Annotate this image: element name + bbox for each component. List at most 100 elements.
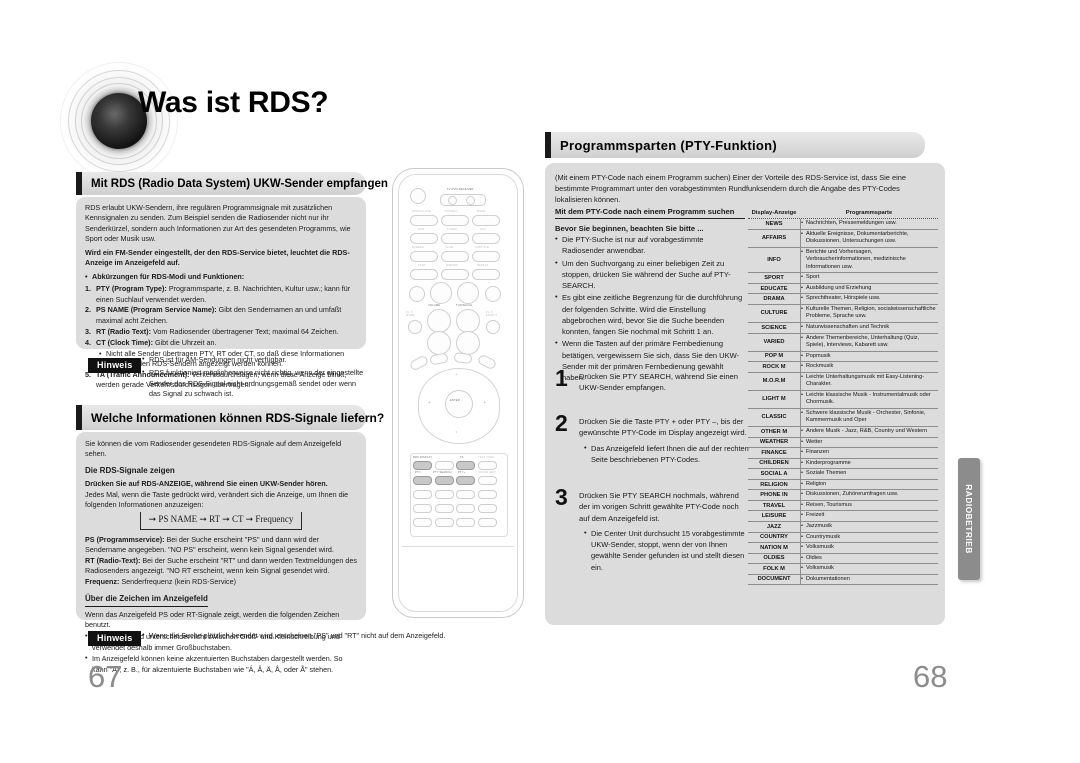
- pty-description-cell: Popmusik: [801, 352, 938, 362]
- hinweis-list-2: Wenn die Suche plötzlich beendet wird, e…: [142, 630, 522, 642]
- step-number: 1: [555, 365, 568, 391]
- remote-sound-edit-button: [478, 476, 497, 485]
- table-row: PHONE INDiskussionen, Zuhörerumfragen us…: [748, 490, 938, 501]
- remote-stop-button: [430, 282, 452, 304]
- section-header-rds-empfangen: Mit RDS (Radio Data System) UKW-Sender e…: [76, 172, 388, 195]
- remote-volume-up-button: [427, 309, 451, 333]
- pty-description-cell: Naturwissenschaften und Technik: [801, 323, 938, 333]
- remote-misc-button-11: [456, 518, 475, 527]
- pty-code-cell: PHONE IN: [748, 490, 801, 500]
- pty-code-cell: FINANCE: [748, 448, 801, 458]
- def-rt-term: RT (Radio-Text):: [85, 555, 141, 565]
- remote-misc-button-10: [435, 518, 454, 527]
- remote-screen-button: [410, 251, 438, 262]
- pty-description-cell: Berichte und Vorhersagen, Verbraucherinf…: [801, 248, 938, 273]
- table-row: CLASSICSchwere klassische Musik - Orches…: [748, 408, 938, 428]
- pty-before-bullets: Die PTY-Suche ist nur auf vorabgestimmte…: [555, 233, 745, 383]
- hinweis-badge: Hinweis: [88, 358, 142, 373]
- signale-line-2: Jedes Mal, wenn die Taste gedrückt wird,…: [85, 489, 349, 510]
- table-row: WEATHERWetter: [748, 437, 938, 449]
- list-item: Um den Suchvorgang zu einer beliebigen Z…: [555, 257, 745, 292]
- section-header-label: Mit RDS (Radio Data System) UKW-Sender e…: [91, 177, 388, 190]
- pty-description-cell: Diskussionen, Zuhörerumfragen usw.: [801, 490, 938, 500]
- def-freq-text: Senderfrequenz (kein RDS-Service): [119, 576, 236, 586]
- pty-code-cell: JAZZ: [748, 521, 801, 532]
- pty-code-cell: CHILDREN: [748, 458, 801, 469]
- signale-intro: Sie können die vom Radiosender gesendete…: [85, 439, 342, 459]
- list-item: Das Anzeigefeld liefert Ihnen die auf de…: [584, 442, 749, 465]
- page-title-block: Was ist RDS?: [60, 62, 580, 180]
- table-row: CHILDRENKinderprogramme: [748, 458, 938, 470]
- side-tab-radiobetrieb: RADIOBETRIEB: [958, 458, 980, 580]
- def-ps-term: PS (Programmservice):: [85, 534, 165, 544]
- pty-code-cell: VARIED: [748, 333, 801, 351]
- remote-test-tone-button: [478, 461, 497, 470]
- panel-rds-empfangen: RDS erlaubt UKW-Sendern, ihre regulären …: [76, 197, 366, 389]
- pty-code-cell: RELIGION: [748, 479, 801, 490]
- page-number-right: 68: [913, 659, 948, 694]
- table-row: RELIGIONReligion: [748, 479, 938, 491]
- pty-code-cell: COUNTRY: [748, 532, 801, 543]
- remote-pty-search-button: [435, 476, 454, 485]
- pty-code-cell: OLDIES: [748, 553, 801, 564]
- pty-code-cell: NATION M: [748, 543, 801, 553]
- step-text: Drücken Sie die Taste PTY + oder PTY –, …: [579, 417, 747, 438]
- remote-tv-dvd-selector: [440, 194, 486, 206]
- rds-abbrev-title: • Abkürzungen für RDS-Modi und Funktione…: [85, 271, 245, 281]
- def-freq-term: Frequenz:: [85, 576, 120, 586]
- pty-description-cell: Reisen, Tourismus: [801, 501, 938, 511]
- column-header-display: Display-Anzeige: [751, 210, 797, 216]
- table-row: CULTUREKulturelle Themen, Religion, soci…: [748, 304, 938, 324]
- step-bullets: Die Center Unit durchsucht 15 vorabgesti…: [579, 527, 749, 572]
- remote-power-button: [410, 188, 426, 204]
- pty-description-cell: Sport: [801, 273, 938, 283]
- section-header-programmsparten: Programmsparten (PTY-Funktion): [545, 132, 925, 158]
- pty-description-cell: Volksmusik: [801, 564, 938, 574]
- table-row: OLDIESOldies: [748, 553, 938, 565]
- pty-description-cell: Andere Themenbereiche, Unterhaltung (Qui…: [801, 334, 938, 351]
- step-number: 2: [555, 410, 568, 436]
- remote-misc-button-1: [413, 490, 432, 499]
- column-header-programmsparte: Programmsparte: [845, 210, 893, 216]
- remote-misc-button-9: [413, 518, 432, 527]
- remote-slow-button: [441, 251, 469, 262]
- pty-code-cell: CLASSIC: [748, 408, 801, 427]
- list-item: Im Anzeigefeld können keine akzentuierte…: [85, 653, 357, 675]
- step-number: 3: [555, 484, 568, 510]
- pty-description-cell: Finanzen: [801, 448, 938, 458]
- remote-ta-button: [456, 461, 475, 470]
- pty-code-cell: OTHER M: [748, 427, 801, 437]
- table-row: AFFAIRSAktuelle Ereignisse, Dokumentarbe…: [748, 229, 938, 248]
- table-row: SPORTSport: [748, 273, 938, 284]
- list-item: 2. PS NAME (Program Service Name): Gibt d…: [85, 305, 342, 325]
- rds-abbrev-list: 1. PTY (Program Type): Programmsparte, z.…: [85, 284, 357, 348]
- remote-plii-mode-button: [408, 320, 422, 334]
- pty-code-cell: M.O.R.M: [748, 372, 801, 390]
- pty-code-cell: EDUCATE: [748, 283, 801, 294]
- manual-page-spread: Was ist RDS? Mit RDS (Radio Data System)…: [0, 0, 1080, 763]
- speaker-logo-icon: [60, 62, 178, 180]
- remote-aux-button: [472, 233, 500, 244]
- display-cycle-diagram: ➞ PS NAME ➞ RT ➞ CT ➞ Frequency: [139, 511, 303, 530]
- pty-description-cell: Volksmusik: [801, 543, 938, 553]
- remote-misc-button-8: [478, 504, 497, 513]
- signale-sub-heading-2: Über die Zeichen im Anzeigefeld: [85, 593, 208, 607]
- pty-code-cell: ROCK M: [748, 362, 801, 372]
- pty-description-cell: Oldies: [801, 554, 938, 564]
- remote-subtitle-button: [472, 251, 500, 262]
- remote-misc-button-3: [456, 490, 475, 499]
- list-item: RDS funktioniert möglicherweise nicht ri…: [142, 367, 364, 399]
- table-row: NATION MVolksmusik: [748, 543, 938, 554]
- step-text-wrap: Drücken Sie die Taste PTY + oder PTY –, …: [579, 416, 749, 466]
- pty-description-cell: Soziale Themen: [801, 469, 938, 479]
- remote-pty-plus-button: [456, 476, 475, 485]
- pty-code-table: Display-Anzeige Programmsparte NEWSNachr…: [748, 210, 938, 586]
- remote-misc-button-5: [413, 504, 432, 513]
- pty-code-cell: FOLK M: [748, 564, 801, 574]
- pty-code-cell: LEISURE: [748, 511, 801, 521]
- table-row: FOLK MVolksmusik: [748, 564, 938, 575]
- table-header-row: Display-Anzeige Programmsparte: [748, 210, 938, 219]
- remote-next-button: [485, 286, 501, 302]
- hinweis-list-1: RDS ist für AM-Sendungen nicht verfügbar…: [142, 354, 364, 401]
- pty-before-title: Bevor Sie beginnen, beachten Sie bitte .…: [555, 224, 704, 233]
